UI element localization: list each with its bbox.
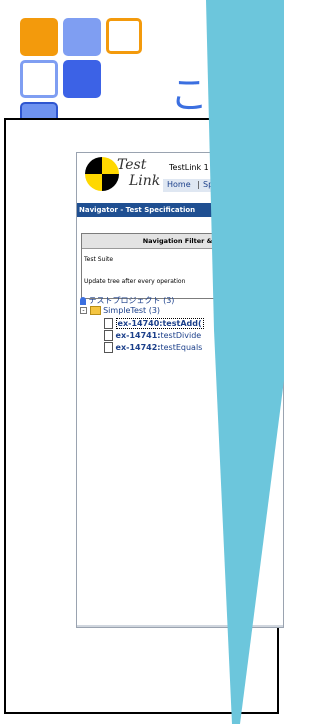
callout-beam	[206, 0, 284, 724]
